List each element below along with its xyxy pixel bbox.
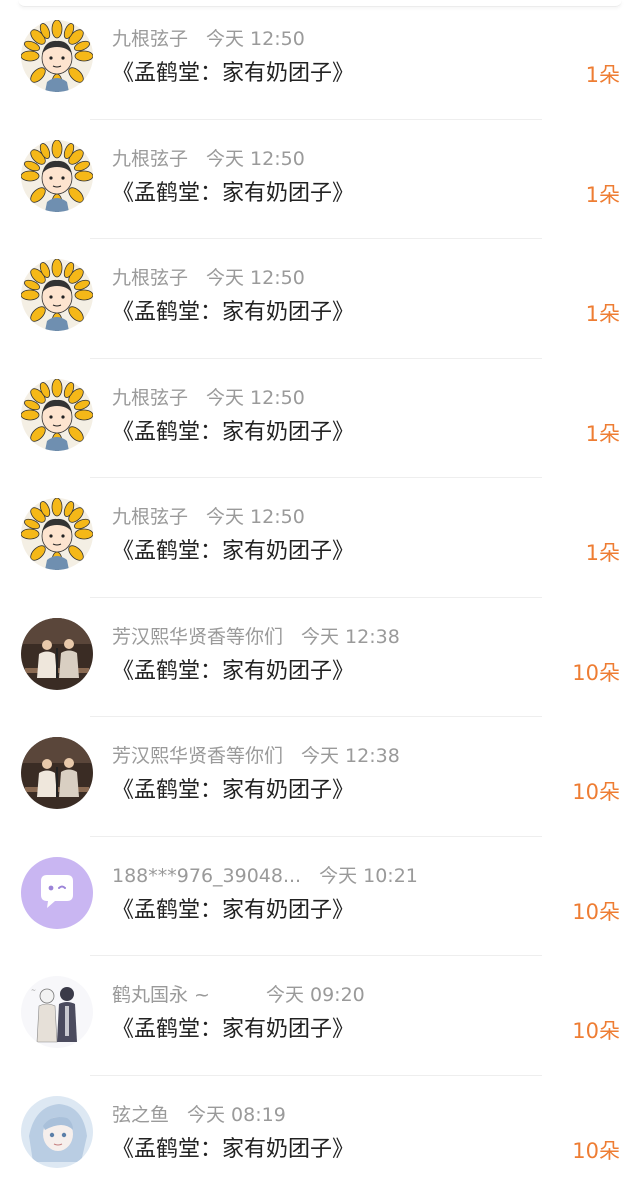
meta-line: 188***976_39048... 今天 10:21 bbox=[112, 863, 418, 889]
gift-count: 1朵 bbox=[585, 421, 620, 446]
chat-bubble-avatar[interactable] bbox=[21, 856, 93, 929]
list-item[interactable]: 九根弦子 今天 12:50 《孟鹤堂：家有奶团子》 1朵 bbox=[0, 239, 640, 359]
list-item[interactable]: ~ 鹤丸国永 ~ 今天 09:20 《孟鹤堂：家有奶团子》 10朵 bbox=[0, 956, 640, 1076]
username[interactable]: 九根弦子 bbox=[112, 265, 188, 291]
gift-count: 10朵 bbox=[572, 1019, 620, 1043]
username[interactable]: 九根弦子 bbox=[112, 385, 188, 411]
username[interactable]: 九根弦子 bbox=[112, 146, 188, 172]
gift-title: 《孟鹤堂：家有奶团子》 bbox=[112, 180, 355, 206]
sunflower-avatar[interactable] bbox=[21, 259, 93, 331]
timestamp: 今天 12:50 bbox=[206, 506, 305, 528]
sunflower-avatar[interactable] bbox=[21, 20, 93, 92]
timestamp: 今天 12:50 bbox=[206, 147, 305, 170]
timestamp: 今天 08:19 bbox=[187, 1103, 286, 1126]
gift-count: 1朵 bbox=[585, 302, 620, 326]
gift-count: 10朵 bbox=[572, 660, 620, 685]
gift-count: 1朵 bbox=[585, 63, 620, 87]
meta-line: 芳汉熙华贤香等你们 今天 12:38 bbox=[112, 743, 400, 769]
sunflower-avatar[interactable] bbox=[21, 139, 93, 212]
username[interactable]: 芳汉熙华贤香等你们 bbox=[112, 624, 283, 650]
gift-title: 《孟鹤堂：家有奶团子》 bbox=[112, 419, 355, 445]
list-item[interactable]: 九根弦子 今天 12:50 《孟鹤堂：家有奶团子》 1朵 bbox=[0, 359, 640, 478]
gift-record-list: 九根弦子 今天 12:50 《孟鹤堂：家有奶团子》 1朵 九根弦子 今天 12:… bbox=[0, 0, 640, 1202]
meta-line: 九根弦子 今天 12:50 bbox=[112, 146, 305, 172]
timestamp: 今天 12:38 bbox=[301, 625, 400, 648]
list-item[interactable]: 九根弦子 今天 12:50 《孟鹤堂：家有奶团子》 1朵 bbox=[0, 120, 640, 239]
svg-text:~: ~ bbox=[31, 987, 36, 994]
anime-sketch-avatar[interactable]: ~ bbox=[21, 976, 93, 1048]
meta-line: 弦之鱼 今天 08:19 bbox=[112, 1102, 286, 1128]
meta-line: 九根弦子 今天 12:50 bbox=[112, 504, 305, 530]
gift-title: 《孟鹤堂：家有奶团子》 bbox=[112, 1136, 355, 1162]
sunflower-avatar[interactable] bbox=[21, 378, 93, 451]
list-item[interactable]: 芳汉熙华贤香等你们 今天 12:38 《孟鹤堂：家有奶团子》 10朵 bbox=[0, 598, 640, 717]
meta-line: 芳汉熙华贤香等你们 今天 12:38 bbox=[112, 624, 400, 650]
gift-title: 《孟鹤堂：家有奶团子》 bbox=[112, 897, 355, 923]
username[interactable]: 弦之鱼 bbox=[112, 1102, 169, 1128]
gift-title: 《孟鹤堂：家有奶团子》 bbox=[112, 300, 355, 325]
gift-count: 1朵 bbox=[585, 541, 620, 565]
username[interactable]: 鹤丸国永 ~ bbox=[112, 982, 210, 1008]
meta-line: 九根弦子 今天 12:50 bbox=[112, 26, 305, 52]
username[interactable]: 芳汉熙华贤香等你们 bbox=[112, 743, 283, 769]
gift-title: 《孟鹤堂：家有奶团子》 bbox=[112, 658, 355, 684]
stage-photo-avatar[interactable] bbox=[21, 737, 93, 809]
timestamp: 今天 12:38 bbox=[301, 745, 400, 767]
gift-title: 《孟鹤堂：家有奶团子》 bbox=[112, 61, 355, 86]
anime-girl-avatar[interactable] bbox=[21, 1095, 93, 1168]
gift-title: 《孟鹤堂：家有奶团子》 bbox=[112, 1017, 355, 1042]
timestamp: 今天 12:50 bbox=[206, 267, 305, 289]
gift-count: 10朵 bbox=[572, 899, 620, 924]
timestamp: 今天 12:50 bbox=[206, 386, 305, 409]
timestamp: 今天 09:20 bbox=[265, 984, 365, 1006]
gift-count: 10朵 bbox=[572, 780, 620, 804]
gift-title: 《孟鹤堂：家有奶团子》 bbox=[112, 778, 355, 803]
timestamp: 今天 12:50 bbox=[206, 28, 305, 50]
timestamp: 今天 10:21 bbox=[319, 864, 418, 887]
gift-count: 1朵 bbox=[585, 182, 620, 207]
list-item[interactable]: 九根弦子 今天 12:50 《孟鹤堂：家有奶团子》 1朵 bbox=[0, 478, 640, 598]
gift-title: 《孟鹤堂：家有奶团子》 bbox=[112, 539, 355, 564]
stage-photo-avatar[interactable] bbox=[21, 617, 93, 690]
username[interactable]: 九根弦子 bbox=[112, 26, 188, 52]
meta-line: 鹤丸国永 ~ 今天 09:20 bbox=[112, 982, 365, 1008]
list-item[interactable]: 188***976_39048... 今天 10:21 《孟鹤堂：家有奶团子》 1… bbox=[0, 837, 640, 956]
list-item[interactable]: 弦之鱼 今天 08:19 《孟鹤堂：家有奶团子》 10朵 bbox=[0, 1076, 640, 1196]
list-item[interactable]: 芳汉熙华贤香等你们 今天 12:38 《孟鹤堂：家有奶团子》 10朵 bbox=[0, 717, 640, 837]
sunflower-avatar[interactable] bbox=[21, 498, 93, 570]
username[interactable]: 九根弦子 bbox=[112, 504, 188, 530]
meta-line: 九根弦子 今天 12:50 bbox=[112, 265, 305, 291]
username[interactable]: 188***976_39048... bbox=[112, 863, 301, 889]
gift-count: 10朵 bbox=[572, 1138, 620, 1163]
list-item[interactable]: 九根弦子 今天 12:50 《孟鹤堂：家有奶团子》 1朵 bbox=[0, 0, 640, 120]
meta-line: 九根弦子 今天 12:50 bbox=[112, 385, 305, 411]
